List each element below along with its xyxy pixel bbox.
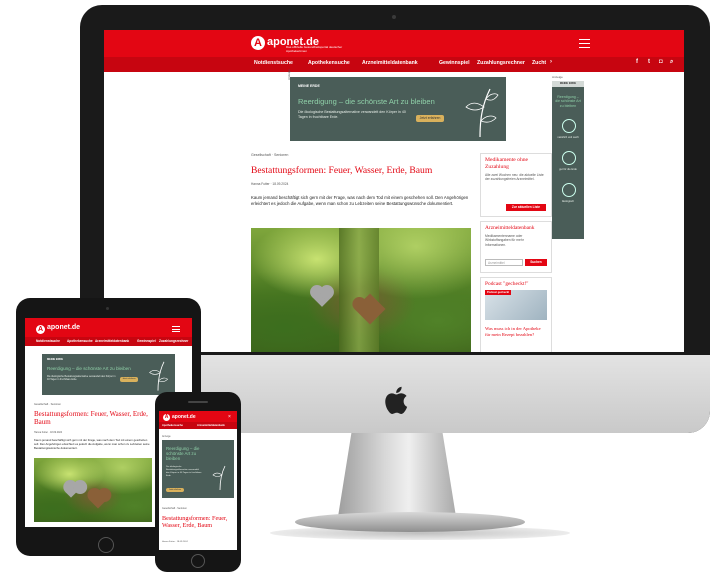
iphone-home-button bbox=[191, 554, 205, 568]
article-title: Bestattungsformen: Feuer, Wasser, Erde, … bbox=[251, 165, 433, 176]
close-icon[interactable]: × bbox=[228, 414, 231, 420]
breadcrumb[interactable]: Gesellschaft · Senioren bbox=[162, 507, 187, 510]
article-meta: Hanna Futter · 18.09.2024 bbox=[251, 182, 289, 186]
article-title: Bestattungsformen: Feuer, Wasser, Erde, … bbox=[34, 410, 148, 426]
brand-name[interactable]: aponet.de bbox=[172, 414, 196, 420]
tablet-ad-banner[interactable]: MEINE ERDE Reerdigung – die schönste Art… bbox=[42, 354, 175, 395]
ad-cta-button[interactable]: Jetzt erfahren bbox=[120, 377, 138, 382]
recycle-icon bbox=[562, 183, 576, 197]
drugdb-search-button[interactable]: Suchen bbox=[525, 259, 547, 266]
nav-item[interactable]: Zuzahlungsrechner bbox=[159, 339, 188, 343]
podcast-title: Podcast "gecheckt!" bbox=[485, 281, 529, 287]
shortage-text: Alle zwei Wochen neu: die aktuelle Liste… bbox=[485, 173, 544, 182]
nav-item[interactable]: Apothekensuche bbox=[67, 339, 93, 343]
ad-brand: MEINE ERDE bbox=[298, 84, 320, 88]
wood-heart-icon bbox=[89, 491, 107, 509]
ad-cta-button[interactable]: Jetzt erfahren bbox=[416, 115, 444, 122]
mobile-screen: A aponet.de × Apothekensuche Arzneimitte… bbox=[159, 411, 237, 550]
breadcrumb[interactable]: Gesellschaft · Senioren bbox=[34, 403, 61, 406]
article-meta: Hanna Futter · 18.09.2024 bbox=[162, 541, 188, 543]
ad-text: Die ökologische Bestattungsalternative v… bbox=[298, 110, 406, 119]
mobile-ad-banner[interactable]: Reerdigung – die schönste Art zu bleiben… bbox=[162, 440, 234, 498]
nav-item[interactable]: Notdienstsuche bbox=[254, 60, 293, 66]
instagram-icon[interactable]: ◘ bbox=[659, 59, 663, 65]
nav-item[interactable]: Zucht bbox=[532, 60, 546, 66]
article-meta: Hanna Futter · 18.09.2024 bbox=[34, 431, 63, 434]
menu-icon[interactable] bbox=[172, 326, 180, 332]
earth-icon bbox=[562, 151, 576, 165]
drugdb-search-input[interactable]: Arzneimittel bbox=[485, 259, 523, 266]
podcast-teaser[interactable]: Was muss ich in der Apotheke für mein Re… bbox=[485, 326, 547, 337]
podcast-badge: Podcast gecheckt bbox=[485, 290, 511, 295]
ad-text: Die ökologische Bestattungsalternative v… bbox=[47, 375, 116, 382]
leaf-icon bbox=[562, 119, 576, 133]
nav-item[interactable]: Arzneimitteldatenbank bbox=[95, 339, 129, 343]
shortage-widget: Medikamente ohne Zuzahlung Alle zwei Woc… bbox=[480, 153, 552, 217]
nav-item[interactable]: Gewinnspiel bbox=[137, 339, 156, 343]
sidebar-ad-caption: ökologisch bbox=[561, 200, 575, 203]
stone-heart-icon bbox=[312, 287, 332, 307]
article-image bbox=[251, 228, 471, 352]
ad-label: Anzeige bbox=[162, 435, 171, 438]
sidebar-ad-caption: gut für die Erde bbox=[559, 168, 577, 171]
menu-icon[interactable] bbox=[579, 39, 590, 49]
breadcrumb[interactable]: Gesellschaft · Senioren bbox=[251, 153, 288, 157]
nav-item[interactable]: Apothekensuche bbox=[162, 424, 183, 427]
aponet-logo-icon[interactable]: A bbox=[36, 325, 45, 334]
podcast-image[interactable]: Podcast gecheckt bbox=[485, 290, 547, 320]
article-intro: Kaum jemand beschäftigt sich gern mit de… bbox=[34, 438, 150, 450]
ipad-camera bbox=[106, 307, 109, 310]
brand-name[interactable]: aponet.de bbox=[47, 324, 80, 331]
article-title: Bestattungsformen: Feuer, Wasser, Erde, … bbox=[162, 515, 228, 530]
iphone-speaker bbox=[188, 401, 208, 403]
nav-item[interactable]: Apothekensuche bbox=[308, 60, 350, 66]
nav-item[interactable]: Arzneimitteldatenbank bbox=[362, 60, 418, 66]
main-nav: Notdienstsuche Apothekensuche Arzneimitt… bbox=[104, 57, 684, 72]
article-image bbox=[34, 458, 152, 522]
mobile-nav: Apothekensuche Arzneimitteldatenbank bbox=[159, 422, 237, 429]
nav-item[interactable]: Arzneimitteldatenbank bbox=[197, 424, 225, 427]
apple-logo-icon bbox=[385, 386, 408, 414]
nav-item[interactable]: Notdienstsuche bbox=[36, 339, 60, 343]
nav-item[interactable]: Zuzahlungsrechner bbox=[477, 60, 525, 66]
aponet-logo-icon[interactable]: A bbox=[163, 414, 170, 421]
ad-title: Reerdigung – die schönste Art zu bleiben bbox=[47, 366, 131, 371]
imac-stand bbox=[337, 433, 457, 523]
ad-text: Die ökologische Bestattungsalternative v… bbox=[166, 466, 202, 477]
sidebar-ad-caption: natürlich und sanft bbox=[557, 136, 579, 139]
podcast-widget: Podcast "gecheckt!" Podcast gecheckt Was… bbox=[480, 277, 552, 352]
drugdb-title: Arzneimitteldatenbank bbox=[485, 225, 535, 231]
drugdb-text: Medikamentenname oder Wirkstoffangaben f… bbox=[485, 234, 524, 247]
plant-icon bbox=[465, 88, 499, 137]
twitter-icon[interactable]: t bbox=[648, 59, 650, 65]
ad-title: Reerdigung – die schönste Art zu bleiben bbox=[166, 446, 200, 462]
ipad-home-button bbox=[98, 537, 114, 553]
shortage-title: Medikamente ohne Zuzahlung bbox=[485, 157, 529, 170]
aponet-logo-icon[interactable]: A bbox=[251, 36, 265, 50]
ad-cta-button[interactable]: Jetzt erfahren bbox=[166, 488, 184, 492]
imac-camera bbox=[392, 15, 396, 19]
facebook-icon[interactable]: f bbox=[636, 59, 638, 65]
ad-title: Reerdigung – die schönste Art zu bleiben bbox=[298, 97, 435, 106]
article-intro: Kaum jemand beschäftigt sich gern mit de… bbox=[251, 195, 469, 207]
nav-item[interactable]: Gewinnspiel bbox=[439, 60, 470, 66]
drugdb-widget: Arzneimitteldatenbank Medikamentenname o… bbox=[480, 221, 552, 273]
sidebar-ad-brand: MEINE ERDE bbox=[552, 81, 584, 87]
chevron-right-icon[interactable]: › bbox=[550, 59, 552, 65]
sidebar-ad[interactable]: MEINE ERDE Reerdigung – die schönste Art… bbox=[552, 81, 584, 239]
sidebar-ad-label: Anzeige bbox=[552, 75, 563, 79]
brand-tagline: Das offizielle Gesundheitsportal deutsch… bbox=[286, 45, 343, 53]
plant-icon bbox=[149, 361, 169, 391]
search-icon[interactable]: ⌕ bbox=[670, 59, 673, 66]
tablet-nav: Notdienstsuche Apothekensuche Arzneimitt… bbox=[25, 337, 192, 346]
sidebar-ad-title: Reerdigung – die schönste Art zu bleiben bbox=[555, 95, 581, 108]
ad-brand: MEINE ERDE bbox=[47, 358, 64, 361]
imac-stand-base bbox=[295, 512, 525, 532]
shortage-list-button[interactable]: Zur aktuellen Liste bbox=[506, 204, 546, 211]
plant-icon bbox=[212, 465, 226, 491]
ad-banner[interactable]: MEINE ERDE Reerdigung – die schönste Art… bbox=[290, 77, 506, 141]
stone-heart-icon bbox=[65, 486, 77, 498]
